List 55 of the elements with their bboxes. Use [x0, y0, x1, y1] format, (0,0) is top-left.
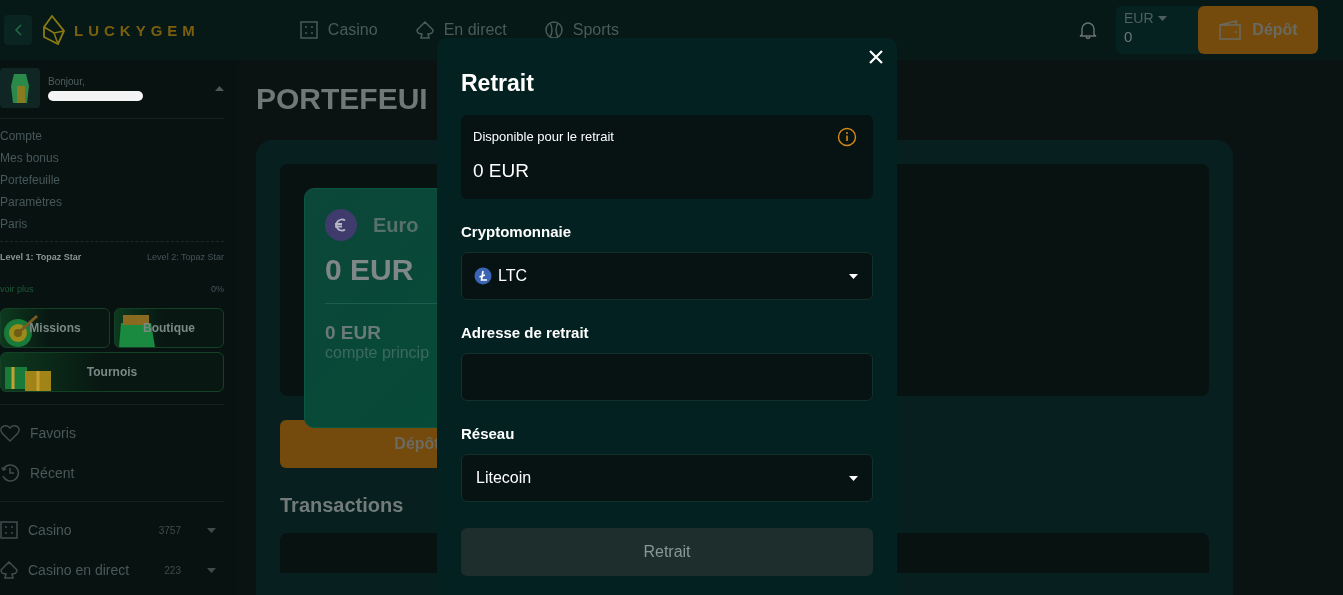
heart-icon: [0, 424, 20, 442]
account-menu-item[interactable]: Portefeuille: [0, 169, 224, 191]
account-menu-item[interactable]: Paris: [0, 213, 224, 235]
sidebar-link[interactable]: Favoris: [0, 413, 224, 453]
caret-icon: [207, 567, 216, 573]
balance-value: 0: [1124, 28, 1134, 45]
bell-icon[interactable]: [1078, 20, 1098, 40]
field-label: Adresse de retrait: [461, 324, 590, 341]
select-field[interactable]: LTC: [461, 252, 873, 300]
account-menu-item[interactable]: Mes bonus: [0, 147, 224, 169]
wallet-icon: [1218, 19, 1243, 41]
promo-button[interactable]: Missions: [0, 308, 110, 348]
category-item[interactable]: Casino en direct 223: [0, 550, 224, 590]
see-more-link[interactable]: voir plus: [0, 284, 34, 294]
caret-icon: [215, 85, 224, 91]
greeting-text: Bonjour,: [48, 75, 86, 87]
logo-text: LUCKYGEM: [74, 21, 200, 39]
gem-logo-icon: [42, 15, 66, 45]
nav-link[interactable]: Sports: [544, 21, 620, 39]
available-amount: 0 EUR: [473, 160, 530, 182]
dice-icon: [0, 521, 18, 539]
ball-icon: [544, 21, 563, 39]
select-field[interactable]: Litecoin: [461, 454, 873, 502]
spade-icon: [0, 561, 18, 579]
account-menu-item[interactable]: Compte: [0, 125, 224, 147]
caret-icon: [849, 475, 858, 481]
address-input[interactable]: [461, 353, 873, 401]
spade-icon: [415, 21, 434, 39]
nav-link[interactable]: En direct: [415, 21, 507, 39]
caret-icon: [1157, 15, 1167, 21]
progress-percent: 0%: [211, 284, 224, 294]
section-title: Transactions: [280, 494, 405, 517]
field-label: Cryptomonnaie: [461, 223, 572, 240]
currency-name: Euro: [373, 213, 419, 237]
close-icon: [869, 50, 883, 64]
next-level: Level 2: Topaz Star: [147, 252, 224, 262]
collapse-toggle[interactable]: [215, 85, 224, 91]
euro-icon: [325, 209, 357, 241]
account-menu-item[interactable]: Paramètres: [0, 191, 224, 213]
nav-link[interactable]: Casino: [299, 21, 378, 39]
sidebar-link[interactable]: Récent: [0, 453, 224, 493]
coin-icon: [474, 267, 492, 285]
promo-button[interactable]: Tournois: [0, 352, 224, 392]
deposit-button[interactable]: Dépôt: [1198, 6, 1318, 54]
current-level: Level 1: Topaz Star: [0, 252, 82, 262]
available-label: Disponible pour le retrait: [473, 129, 614, 144]
category-item[interactable]: Casino 3757: [0, 510, 224, 550]
history-icon: [0, 463, 20, 483]
dice-icon: [299, 21, 318, 39]
currency-dropdown[interactable]: EUR: [1124, 10, 1200, 26]
chevron-left-icon: [14, 24, 22, 36]
caret-icon: [849, 273, 858, 279]
info-icon[interactable]: [837, 127, 857, 147]
dialog-title: Retrait: [461, 70, 535, 97]
caret-icon: [207, 527, 216, 533]
